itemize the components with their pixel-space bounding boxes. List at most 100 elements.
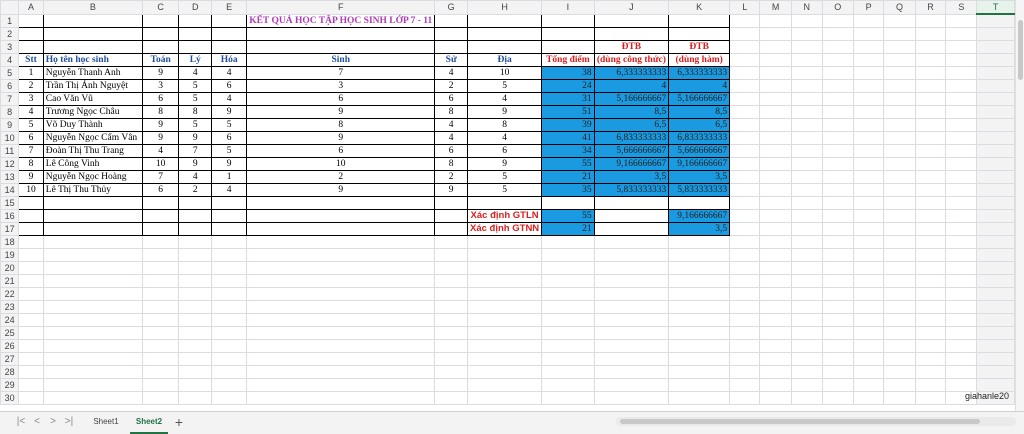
student-ly[interactable]: 4: [178, 169, 213, 184]
student-tong[interactable]: 31: [541, 91, 595, 106]
cell[interactable]: [246, 377, 436, 392]
cell[interactable]: [42, 26, 143, 41]
cell[interactable]: [914, 338, 947, 353]
cell[interactable]: [593, 208, 670, 223]
cell[interactable]: [883, 364, 916, 379]
gtnn-average[interactable]: 3,5: [668, 221, 731, 236]
cell[interactable]: [976, 91, 1015, 106]
cell[interactable]: [914, 26, 947, 41]
student-dia[interactable]: 4: [467, 91, 543, 106]
cell[interactable]: [141, 208, 180, 223]
student-sinh[interactable]: 9: [246, 130, 436, 145]
cell[interactable]: [42, 312, 143, 327]
cell[interactable]: [246, 195, 436, 210]
cell[interactable]: [42, 260, 143, 275]
cell[interactable]: [246, 26, 436, 41]
cell[interactable]: [821, 234, 854, 249]
cell[interactable]: [976, 312, 1015, 327]
header-dtb_ham[interactable]: (dùng hàm): [668, 52, 731, 67]
cell[interactable]: [211, 247, 248, 262]
cell[interactable]: [141, 325, 180, 340]
cell[interactable]: [141, 390, 180, 405]
cell[interactable]: [434, 351, 469, 366]
cell[interactable]: [729, 117, 761, 132]
cell[interactable]: [883, 299, 916, 314]
header-name[interactable]: Họ tên học sinh: [42, 52, 143, 67]
cell[interactable]: [945, 143, 978, 158]
cell[interactable]: [668, 390, 731, 405]
cell[interactable]: [141, 260, 180, 275]
student-dtb_ct[interactable]: 6,333333333: [593, 65, 670, 80]
student-dtb_ham[interactable]: 5,833333333: [668, 182, 731, 197]
column-header-f[interactable]: F: [246, 0, 436, 15]
cell[interactable]: [141, 338, 180, 353]
cell[interactable]: [976, 351, 1015, 366]
cell[interactable]: [914, 182, 947, 197]
cell[interactable]: [246, 273, 436, 288]
cell[interactable]: [976, 104, 1015, 119]
cell[interactable]: [790, 351, 823, 366]
sheet-title[interactable]: KẾT QUẢ HỌC TẬP HỌC SINH LỚP 7 - 11: [246, 13, 436, 28]
cell[interactable]: [141, 13, 180, 28]
cell[interactable]: [759, 104, 792, 119]
cell[interactable]: [541, 299, 595, 314]
cell[interactable]: [852, 117, 885, 132]
cell[interactable]: [759, 221, 792, 236]
cell[interactable]: [852, 377, 885, 392]
add-sheet-icon[interactable]: +: [172, 412, 186, 432]
student-dtb_ham[interactable]: 5,166666667: [668, 91, 731, 106]
cell[interactable]: [790, 364, 823, 379]
student-dtb_ct[interactable]: 9,166666667: [593, 156, 670, 171]
cell[interactable]: [668, 312, 731, 327]
cell[interactable]: [852, 195, 885, 210]
cell[interactable]: [18, 390, 44, 405]
row-header[interactable]: 14: [0, 182, 20, 197]
cell[interactable]: [914, 390, 947, 405]
cell[interactable]: [541, 325, 595, 340]
cell[interactable]: [593, 221, 670, 236]
cell[interactable]: [821, 299, 854, 314]
cell[interactable]: [790, 299, 823, 314]
cell[interactable]: [759, 156, 792, 171]
cell[interactable]: [852, 91, 885, 106]
gtnn-label[interactable]: Xác định GTNN: [467, 221, 543, 236]
student-toan[interactable]: 10: [141, 156, 180, 171]
cell[interactable]: [211, 325, 248, 340]
cell[interactable]: [18, 39, 44, 54]
student-toan[interactable]: 9: [141, 65, 180, 80]
cell[interactable]: [593, 260, 670, 275]
cell[interactable]: [914, 52, 947, 67]
cell[interactable]: [211, 195, 248, 210]
cell[interactable]: [211, 299, 248, 314]
gtnn-total[interactable]: 21: [541, 221, 595, 236]
cell[interactable]: [914, 234, 947, 249]
cell[interactable]: [790, 52, 823, 67]
student-toan[interactable]: 8: [141, 104, 180, 119]
cell[interactable]: [141, 377, 180, 392]
cell[interactable]: [976, 156, 1015, 171]
cell[interactable]: [759, 247, 792, 262]
cell[interactable]: [945, 156, 978, 171]
student-stt[interactable]: 8: [18, 156, 44, 171]
cell[interactable]: [141, 364, 180, 379]
cell[interactable]: [434, 377, 469, 392]
cell[interactable]: [141, 26, 180, 41]
cell[interactable]: [790, 143, 823, 158]
cell[interactable]: [821, 182, 854, 197]
header-stt[interactable]: Stt: [18, 52, 44, 67]
student-name[interactable]: Nguyễn Thanh Anh: [42, 65, 143, 80]
cell[interactable]: [821, 351, 854, 366]
cell[interactable]: [178, 312, 213, 327]
cell[interactable]: [945, 273, 978, 288]
cell[interactable]: [246, 39, 436, 54]
column-header-l[interactable]: L: [729, 0, 761, 15]
student-hoa[interactable]: 4: [211, 182, 248, 197]
student-tong[interactable]: 24: [541, 78, 595, 93]
student-sinh[interactable]: 7: [246, 65, 436, 80]
cell[interactable]: [593, 325, 670, 340]
cell[interactable]: [914, 299, 947, 314]
column-header-s[interactable]: S: [945, 0, 978, 15]
cell[interactable]: [729, 286, 761, 301]
cell[interactable]: [42, 286, 143, 301]
cell[interactable]: [852, 208, 885, 223]
